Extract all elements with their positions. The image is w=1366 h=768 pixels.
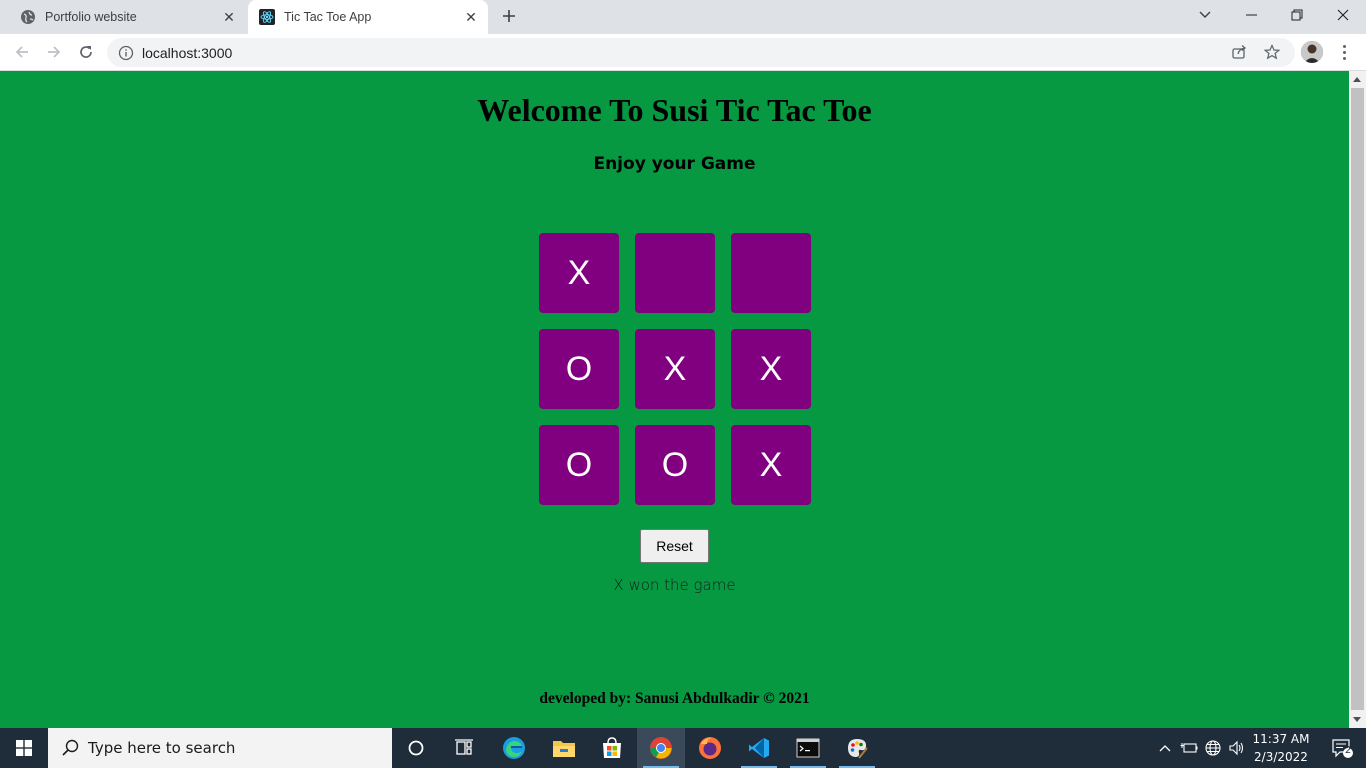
chrome-icon[interactable]	[637, 728, 685, 768]
close-window-icon[interactable]	[1320, 0, 1366, 30]
board-cell[interactable]: X	[635, 329, 715, 409]
clock-date: 2/3/2022	[1254, 750, 1308, 764]
taskbar-search[interactable]: Type here to search	[48, 728, 392, 768]
page-subtitle: Enjoy your Game	[593, 154, 756, 174]
browser-menu-icon[interactable]	[1334, 40, 1354, 64]
tab-portfolio[interactable]: Portfolio website ✕	[8, 0, 246, 34]
paint-icon[interactable]	[833, 728, 881, 768]
minimize-icon[interactable]	[1228, 0, 1274, 30]
tab-search-icon[interactable]	[1182, 0, 1228, 30]
board-cell[interactable]: X	[731, 329, 811, 409]
battery-icon[interactable]	[1178, 728, 1200, 768]
edge-icon[interactable]	[490, 728, 538, 768]
taskbar: Type here to search 11:37 AM 2/3/2022 2	[0, 728, 1366, 768]
tab-title: Portfolio website	[45, 10, 137, 24]
globe-icon	[20, 9, 36, 25]
tab-strip: Portfolio website ✕ Tic Tac Toe App ✕	[0, 0, 1366, 34]
file-explorer-icon[interactable]	[540, 728, 588, 768]
firefox-icon[interactable]	[686, 728, 734, 768]
page-viewport: Welcome To Susi Tic Tac Toe Enjoy your G…	[0, 71, 1349, 728]
board-cell[interactable]: O	[539, 425, 619, 505]
forward-icon[interactable]	[39, 37, 69, 67]
new-tab-button[interactable]	[498, 5, 520, 27]
restore-icon[interactable]	[1274, 0, 1320, 30]
close-tab-icon[interactable]: ✕	[218, 6, 240, 28]
game-status: X won the game	[613, 576, 736, 594]
board-cell[interactable]: O	[539, 329, 619, 409]
close-tab-icon[interactable]: ✕	[460, 6, 482, 28]
share-icon[interactable]	[1227, 40, 1251, 64]
board-cell[interactable]: X	[731, 425, 811, 505]
footer-credit: developed by: Sanusi Abdulkadir © 2021	[539, 690, 810, 707]
board-cell[interactable]	[731, 233, 811, 313]
bookmark-star-icon[interactable]	[1260, 40, 1284, 64]
address-bar[interactable]: localhost:3000	[107, 38, 1295, 67]
board-cell[interactable]: X	[539, 233, 619, 313]
vscode-icon[interactable]	[735, 728, 783, 768]
system-clock[interactable]: 11:37 AM 2/3/2022	[1245, 730, 1317, 766]
url-text: localhost:3000	[142, 44, 233, 61]
network-globe-icon[interactable]	[1202, 728, 1224, 768]
terminal-icon[interactable]	[784, 728, 832, 768]
volume-icon[interactable]	[1225, 728, 1247, 768]
reload-icon[interactable]	[71, 37, 101, 67]
notification-badge: 2	[1344, 745, 1352, 756]
board-cell[interactable]	[635, 233, 715, 313]
windows-start-icon[interactable]	[0, 728, 48, 768]
scroll-down-icon[interactable]	[1353, 717, 1361, 722]
scroll-thumb[interactable]	[1351, 88, 1364, 710]
react-icon	[259, 9, 275, 25]
board-cell[interactable]: O	[635, 425, 715, 505]
tab-title: Tic Tac Toe App	[284, 10, 372, 24]
microsoft-store-icon[interactable]	[588, 728, 636, 768]
scroll-up-icon[interactable]	[1353, 77, 1361, 82]
tab-tic-tac-toe[interactable]: Tic Tac Toe App ✕	[248, 0, 488, 34]
show-hidden-icons-icon[interactable]	[1155, 728, 1175, 768]
search-icon	[60, 738, 80, 758]
game-board: X O X X O O X	[539, 233, 811, 505]
profile-avatar[interactable]	[1301, 41, 1323, 63]
page-scrollbar[interactable]	[1349, 71, 1366, 728]
browser-toolbar: localhost:3000	[0, 34, 1366, 71]
site-info-icon[interactable]	[118, 45, 134, 61]
task-view-icon[interactable]	[440, 728, 488, 768]
clock-time: 11:37 AM	[1252, 732, 1310, 746]
reset-button[interactable]: Reset	[640, 529, 709, 563]
search-placeholder: Type here to search	[88, 739, 236, 757]
back-icon[interactable]	[7, 37, 37, 67]
page-title: Welcome To Susi Tic Tac Toe	[477, 92, 872, 128]
notification-icon[interactable]: 2	[1322, 728, 1362, 768]
cortana-icon[interactable]	[392, 728, 440, 768]
